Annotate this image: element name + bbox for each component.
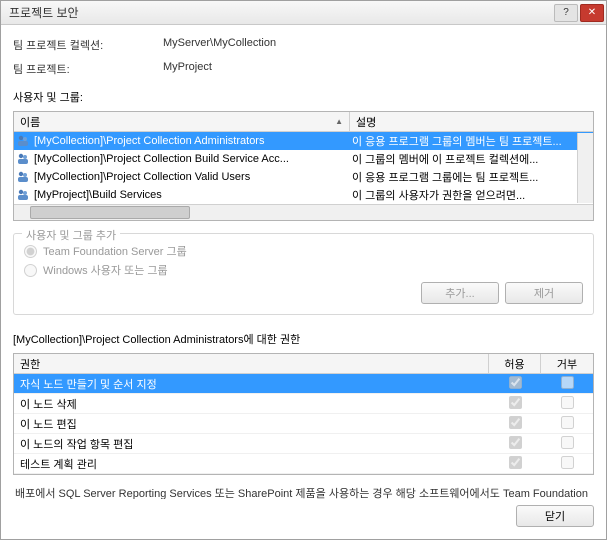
perm-row[interactable]: 이 노드 삭제: [14, 394, 593, 414]
perm-deny-checkbox[interactable]: [561, 456, 574, 469]
grid-row[interactable]: [MyCollection]\Project Collection Admini…: [14, 132, 593, 150]
close-button[interactable]: 닫기: [516, 505, 594, 527]
radio-tfs-group[interactable]: [24, 245, 37, 258]
add-users-legend: 사용자 및 그룹 추가: [22, 227, 120, 243]
radio-windows-user[interactable]: [24, 264, 37, 277]
radio-tfs-label: Team Foundation Server 그룹: [43, 243, 187, 259]
project-label: 팀 프로젝트:: [13, 61, 163, 77]
perm-deny-checkbox[interactable]: [561, 436, 574, 449]
users-groups-label: 사용자 및 그룹:: [13, 89, 594, 105]
perm-allow-checkbox[interactable]: [509, 456, 522, 469]
grid-cell-name-text: [MyCollection]\Project Collection Build …: [34, 153, 289, 165]
perm-name: 자식 노드 만들기 및 순서 지정: [14, 376, 489, 392]
hscroll-thumb[interactable]: [30, 206, 190, 219]
perm-row[interactable]: 이 노드의 작업 항목 편집: [14, 434, 593, 454]
perm-allow-checkbox[interactable]: [509, 376, 522, 389]
perm-allow-checkbox[interactable]: [509, 396, 522, 409]
perm-header: 권한 허용 거부: [14, 354, 593, 374]
grid-cell-desc: 이 응용 프로그램 그룹의 멤버는 팀 프로젝트...: [350, 133, 593, 149]
perm-deny-checkbox[interactable]: [561, 396, 574, 409]
grid-cell-name: [MyCollection]\Project Collection Build …: [14, 152, 350, 166]
perm-col-allow[interactable]: 허용: [489, 354, 541, 373]
perm-allow-checkbox[interactable]: [509, 416, 522, 429]
grid-cell-name: [MyCollection]\Project Collection Admini…: [14, 134, 350, 148]
perm-name: 이 노드의 작업 항목 편집: [14, 436, 489, 452]
grid-cell-name-text: [MyCollection]\Project Collection Valid …: [34, 171, 250, 183]
group-icon: [16, 134, 30, 148]
users-groups-grid: 이름 ▲ 설명 [MyCollection]\Project Collectio…: [13, 111, 594, 221]
col-header-name[interactable]: 이름 ▲: [14, 112, 350, 131]
perm-allow-cell: [489, 396, 541, 412]
grid-body: [MyCollection]\Project Collection Admini…: [14, 132, 593, 204]
perm-name: 이 노드 삭제: [14, 396, 489, 412]
perm-allow-cell: [489, 416, 541, 432]
perm-deny-cell: [541, 396, 593, 412]
grid-row[interactable]: [MyProject]\Build Services 이 그룹의 사용자가 권한을…: [14, 186, 593, 204]
collection-value: MyServer\MyCollection: [163, 37, 276, 53]
col-header-name-label: 이름: [20, 114, 40, 130]
grid-cell-desc: 이 그룹의 멤버에 이 프로젝트 컬렉션에...: [350, 151, 593, 167]
grid-cell-name: [MyCollection]\Project Collection Valid …: [14, 170, 350, 184]
project-value: MyProject: [163, 61, 212, 77]
perm-body: 자식 노드 만들기 및 순서 지정이 노드 삭제이 노드 편집이 노드의 작업 …: [14, 374, 593, 474]
titlebar: 프로젝트 보안 ? ✕: [1, 1, 606, 25]
col-header-desc-label: 설명: [356, 114, 376, 130]
col-header-desc[interactable]: 설명: [350, 112, 593, 131]
perm-col-deny[interactable]: 거부: [541, 354, 593, 373]
perm-row[interactable]: 테스트 계획 관리: [14, 454, 593, 474]
perm-col-name[interactable]: 권한: [14, 354, 489, 373]
perm-allow-cell: [489, 456, 541, 472]
group-icon: [16, 170, 30, 184]
perm-allow-cell: [489, 436, 541, 452]
grid-cell-desc: 이 응용 프로그램 그룹에는 팀 프로젝트...: [350, 169, 593, 185]
horizontal-scrollbar[interactable]: [14, 204, 593, 220]
perm-allow-checkbox[interactable]: [509, 436, 522, 449]
grid-row[interactable]: [MyCollection]\Project Collection Valid …: [14, 168, 593, 186]
grid-cell-name-text: [MyCollection]\Project Collection Admini…: [34, 135, 264, 147]
perm-row[interactable]: 이 노드 편집: [14, 414, 593, 434]
perm-deny-cell: [541, 416, 593, 432]
radio-win-label: Windows 사용자 또는 그룹: [43, 262, 168, 278]
dialog-window: 프로젝트 보안 ? ✕ 팀 프로젝트 컬렉션: MyServer\MyColle…: [0, 0, 607, 540]
perm-allow-cell: [489, 376, 541, 392]
permissions-grid: 권한 허용 거부 자식 노드 만들기 및 순서 지정이 노드 삭제이 노드 편집…: [13, 353, 594, 475]
help-button[interactable]: ?: [554, 4, 578, 22]
perm-name: 이 노드 편집: [14, 416, 489, 432]
remove-button[interactable]: 제거: [505, 282, 583, 304]
group-icon: [16, 152, 30, 166]
perm-deny-checkbox[interactable]: [561, 376, 574, 389]
sort-asc-icon: ▲: [335, 117, 343, 126]
perm-deny-cell: [541, 436, 593, 452]
add-button[interactable]: 추가...: [421, 282, 499, 304]
footer-note: 배포에서 SQL Server Reporting Services 또는 Sh…: [15, 487, 592, 499]
perm-deny-checkbox[interactable]: [561, 416, 574, 429]
grid-cell-desc: 이 그룹의 사용자가 권한을 얻으려면...: [350, 187, 593, 203]
grid-cell-name: [MyProject]\Build Services: [14, 188, 350, 202]
add-users-groupbox: 사용자 및 그룹 추가 Team Foundation Server 그룹 Wi…: [13, 233, 594, 315]
perm-deny-cell: [541, 376, 593, 392]
perm-name: 테스트 계획 관리: [14, 456, 489, 472]
perm-deny-cell: [541, 456, 593, 472]
window-title: 프로젝트 보안: [9, 4, 554, 21]
grid-row[interactable]: [MyCollection]\Project Collection Build …: [14, 150, 593, 168]
grid-cell-name-text: [MyProject]\Build Services: [34, 189, 162, 201]
close-icon[interactable]: ✕: [580, 4, 604, 22]
collection-label: 팀 프로젝트 컬렉션:: [13, 37, 163, 53]
permissions-for-label: [MyCollection]\Project Collection Admini…: [13, 331, 594, 347]
group-icon: [16, 188, 30, 202]
perm-row[interactable]: 자식 노드 만들기 및 순서 지정: [14, 374, 593, 394]
vertical-scrollbar[interactable]: [577, 133, 593, 203]
grid-header: 이름 ▲ 설명: [14, 112, 593, 132]
